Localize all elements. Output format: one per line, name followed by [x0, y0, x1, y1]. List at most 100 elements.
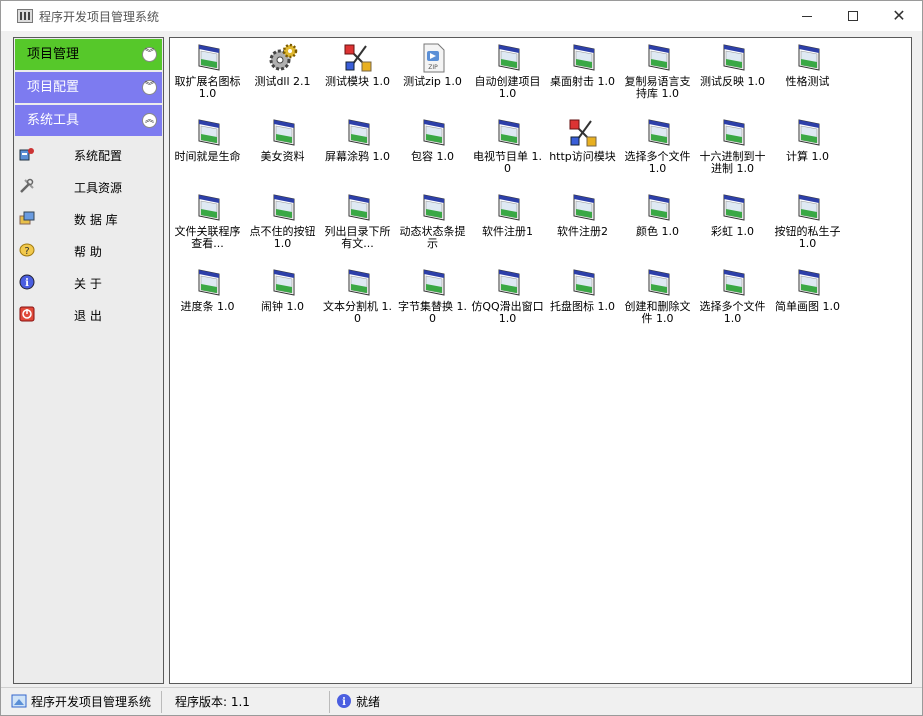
minimize-icon: [802, 15, 812, 17]
title-bar[interactable]: 程序开发项目管理系统 ✕: [1, 1, 922, 31]
minimize-button[interactable]: [784, 1, 830, 31]
window-icon: [267, 267, 299, 299]
app-tile[interactable]: 取扩展名图标 1.0: [170, 42, 245, 100]
app-tile[interactable]: 桌面射击 1.0: [545, 42, 620, 88]
window-icon: [717, 267, 749, 299]
app-tile[interactable]: 美女资料: [245, 117, 320, 163]
app-tile[interactable]: 文件关联程序查看...: [170, 192, 245, 250]
app-tile[interactable]: 十六进制到十进制 1.0: [695, 117, 770, 175]
close-button[interactable]: ✕: [876, 1, 922, 31]
app-tile[interactable]: 复制易语言支持库 1.0: [620, 42, 695, 100]
app-tile[interactable]: 时间就是生命: [170, 117, 245, 163]
window-icon: [342, 117, 374, 149]
app-tile[interactable]: 仿QQ滑出窗口 1.0: [470, 267, 545, 325]
tool-system-config[interactable]: 系统配置: [14, 138, 163, 170]
app-tile[interactable]: 电视节目单 1.0: [470, 117, 545, 175]
app-tile[interactable]: 计算 1.0: [770, 117, 845, 163]
tool-label: 数 据 库: [74, 213, 118, 227]
tool-database[interactable]: 数 据 库: [14, 202, 163, 234]
app-tile[interactable]: 测试反映 1.0: [695, 42, 770, 88]
window-icon: [792, 267, 824, 299]
app-label: 时间就是生命: [174, 150, 241, 163]
app-tile[interactable]: 自动创建项目 1.0: [470, 42, 545, 100]
app-label: 按钮的私生子 1.0: [774, 225, 841, 250]
help-icon: ?: [19, 243, 35, 257]
app-label: 测试zip 1.0: [403, 75, 462, 88]
module-icon: [342, 42, 374, 74]
group-project-management[interactable]: 项目管理 ︾: [15, 39, 162, 70]
app-tile[interactable]: 托盘图标 1.0: [545, 267, 620, 313]
app-tile[interactable]: ZIP 测试zip 1.0: [395, 42, 470, 88]
window-icon: [642, 192, 674, 224]
status-version: 程序版本: 1.1: [175, 695, 250, 709]
app-tile[interactable]: 颜色 1.0: [620, 192, 695, 238]
zip-icon: ZIP: [417, 42, 449, 74]
window-icon: [192, 42, 224, 74]
window-icon: [792, 117, 824, 149]
group-label: 系统工具: [27, 113, 80, 128]
svg-text:ZIP: ZIP: [428, 64, 438, 71]
maximize-icon: [848, 11, 858, 21]
tools-icon: [20, 178, 34, 193]
app-tile[interactable]: 包容 1.0: [395, 117, 470, 163]
app-label: 点不住的按钮 1.0: [249, 225, 316, 250]
svg-text:i: i: [25, 278, 29, 289]
app-label: 测试反映 1.0: [700, 75, 765, 88]
app-label: 美女资料: [260, 150, 305, 163]
app-tile[interactable]: 创建和删除文件 1.0: [620, 267, 695, 325]
group-label: 项目配置: [27, 80, 80, 95]
app-tile[interactable]: 软件注册2: [545, 192, 620, 238]
tool-label: 帮 助: [74, 245, 102, 259]
window-icon: [342, 192, 374, 224]
app-label: 列出目录下所有文...: [324, 225, 391, 250]
tool-about[interactable]: i 关 于: [14, 266, 163, 298]
window-icon: [492, 117, 524, 149]
app-tile[interactable]: 测试dll 2.1: [245, 42, 320, 88]
app-tile[interactable]: 按钮的私生子 1.0: [770, 192, 845, 250]
window-icon: [492, 42, 524, 74]
exit-icon: [19, 306, 35, 322]
chevron-down-icon[interactable]: ︾: [142, 80, 157, 95]
app-tile[interactable]: 字节集替换 1.0: [395, 267, 470, 325]
app-tile[interactable]: 选择多个文件 1.0: [695, 267, 770, 325]
window-icon: [792, 192, 824, 224]
svg-text:?: ?: [24, 246, 29, 257]
window-icon: [717, 117, 749, 149]
app-label: 屏幕涂鸦 1.0: [325, 150, 390, 163]
window-icon: [192, 117, 224, 149]
app-tile[interactable]: 闹钟 1.0: [245, 267, 320, 313]
app-tile[interactable]: 测试模块 1.0: [320, 42, 395, 88]
tool-label: 退 出: [74, 309, 102, 323]
chevron-up-icon[interactable]: ︽: [142, 113, 157, 128]
app-tile[interactable]: 列出目录下所有文...: [320, 192, 395, 250]
app-tile[interactable]: 屏幕涂鸦 1.0: [320, 117, 395, 163]
app-tile[interactable]: 动态状态条提示: [395, 192, 470, 250]
info-icon: i: [19, 274, 35, 290]
app-tile[interactable]: 点不住的按钮 1.0: [245, 192, 320, 250]
tool-exit[interactable]: 退 出: [14, 298, 163, 330]
app-icon: [17, 9, 33, 23]
app-tile[interactable]: http访问模块: [545, 117, 620, 163]
tool-help[interactable]: ? 帮 助: [14, 234, 163, 266]
tool-resources[interactable]: 工具资源: [14, 170, 163, 202]
group-project-config[interactable]: 项目配置 ︾: [15, 72, 162, 103]
group-label: 项目管理: [27, 47, 80, 62]
app-tile[interactable]: 文本分割机 1.0: [320, 267, 395, 325]
app-label: 文件关联程序查看...: [174, 225, 241, 250]
status-text: 就绪: [356, 695, 381, 709]
chevron-down-icon[interactable]: ︾: [142, 47, 157, 62]
config-icon: [19, 148, 34, 161]
group-system-tools[interactable]: 系统工具 ︽: [15, 105, 162, 136]
app-tile[interactable]: 简单画图 1.0: [770, 267, 845, 313]
app-label: 自动创建项目 1.0: [474, 75, 541, 100]
app-tile[interactable]: 彩虹 1.0: [695, 192, 770, 238]
app-tile[interactable]: 性格测试: [770, 42, 845, 88]
window-icon: [417, 117, 449, 149]
app-tile[interactable]: 软件注册1: [470, 192, 545, 238]
app-tile[interactable]: 选择多个文件 1.0: [620, 117, 695, 175]
window-icon: [267, 192, 299, 224]
app-tile[interactable]: 进度条 1.0: [170, 267, 245, 313]
app-label: 仿QQ滑出窗口 1.0: [471, 300, 544, 325]
gears-icon: [267, 42, 299, 74]
maximize-button[interactable]: [830, 1, 876, 31]
